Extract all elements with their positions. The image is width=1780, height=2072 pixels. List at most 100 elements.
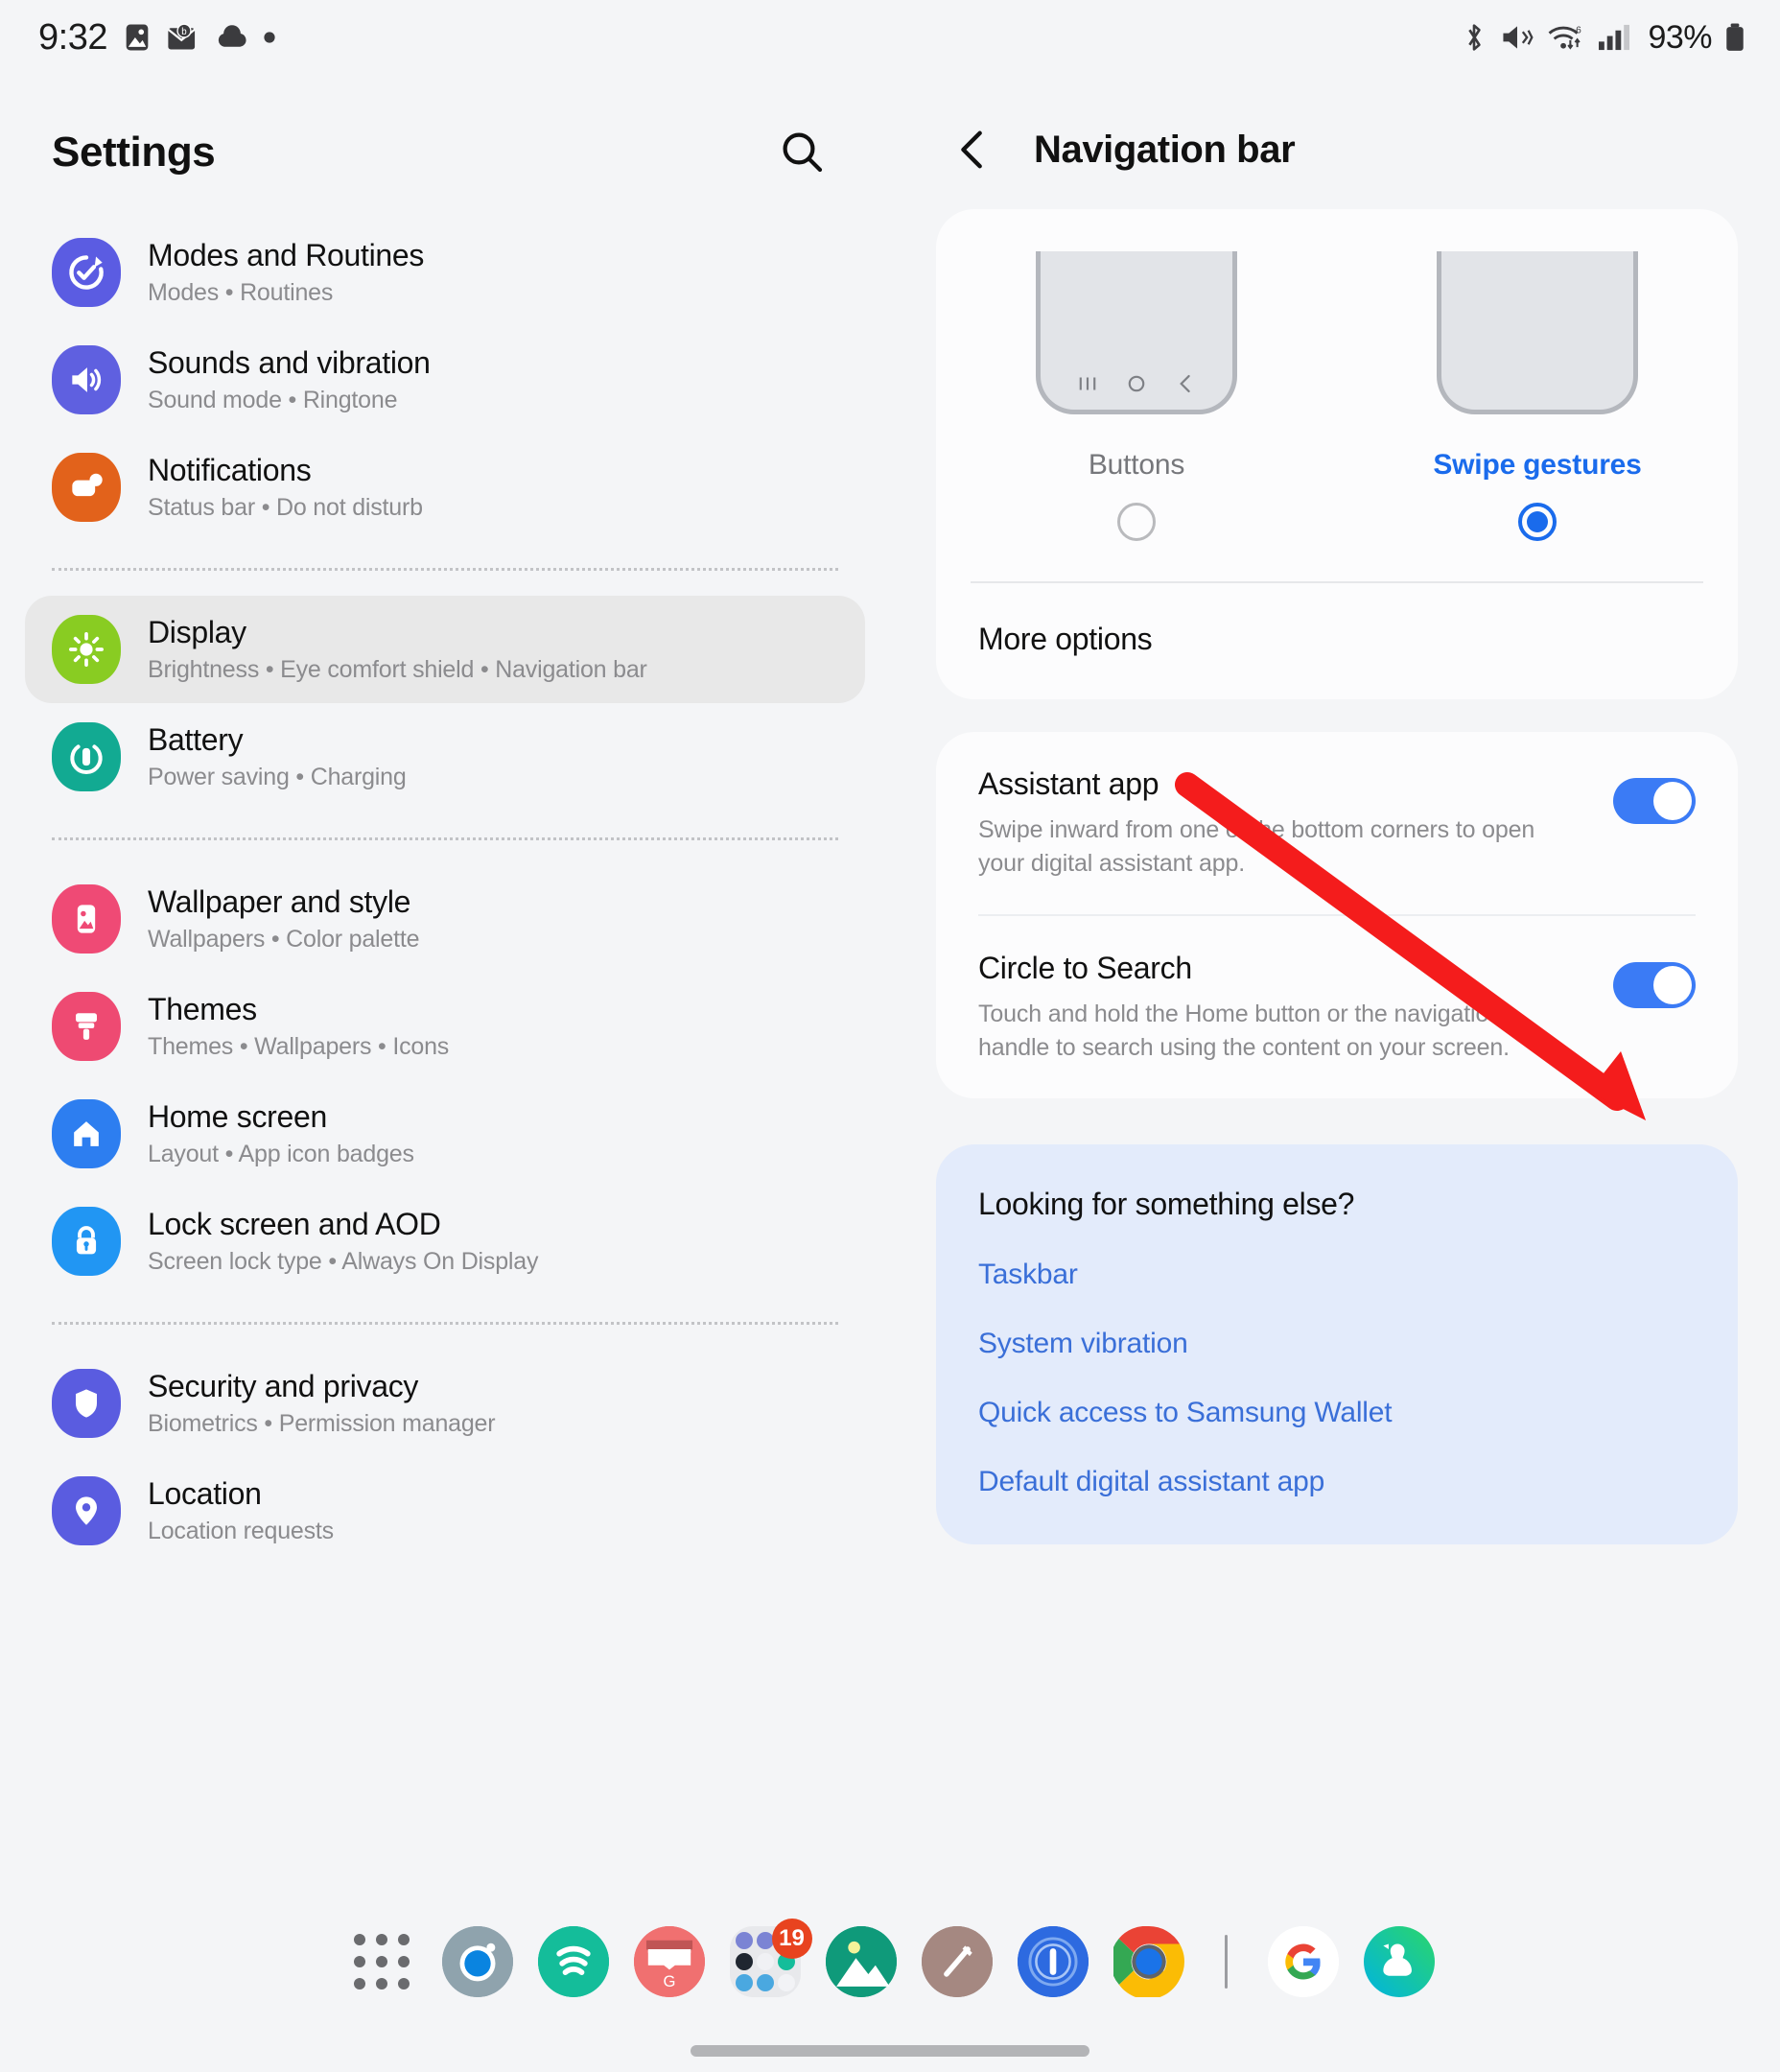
notes-pen-icon[interactable] (921, 1926, 993, 1997)
sidebar-item-title: Sounds and vibration (148, 345, 431, 380)
page-title: Settings (52, 129, 216, 176)
sidebar-item-title: Modes and Routines (148, 238, 425, 272)
list-separator (52, 568, 838, 571)
detail-header: Navigation bar (890, 75, 1780, 209)
link-system-vibration[interactable]: System vibration (936, 1328, 1738, 1360)
search-icon[interactable] (769, 119, 836, 186)
cloud-icon (215, 23, 249, 52)
settings-item-list: Modes and Routines Modes • Routines Soun… (0, 219, 890, 1565)
sidebar-item-subtitle: Status bar • Do not disturb (148, 494, 423, 521)
recents-icon (1080, 377, 1096, 390)
sidebar-item-battery[interactable]: Battery Power saving • Charging (25, 703, 865, 811)
list-separator (52, 837, 838, 840)
navigation-bar-detail-pane: Navigation bar Buttons Swipe gestures Mo… (890, 75, 1780, 1878)
toggles-card: Assistant app Swipe inward from one of t… (936, 732, 1738, 1098)
sound-icon (52, 345, 121, 414)
signal-icon (1597, 22, 1631, 53)
sidebar-item-wallpaper-and-style[interactable]: Wallpaper and style Wallpapers • Color p… (25, 865, 865, 973)
link-taskbar[interactable]: Taskbar (936, 1259, 1738, 1291)
nav-option-radio-gestures[interactable] (1518, 503, 1557, 541)
sidebar-item-title: Home screen (148, 1099, 327, 1134)
link-quick-access-samsung-wallet[interactable]: Quick access to Samsung Wallet (936, 1397, 1738, 1429)
sidebar-item-subtitle: Wallpapers • Color palette (148, 926, 420, 953)
sidebar-item-subtitle: Modes • Routines (148, 279, 334, 306)
nav-option-label: Swipe gestures (1433, 449, 1642, 481)
duolingo-icon[interactable] (1363, 1926, 1435, 1997)
folder-badge-count: 19 (771, 1919, 812, 1959)
home-screen-icon (52, 1099, 121, 1168)
svg-text:6: 6 (1577, 26, 1582, 36)
sidebar-item-title: Wallpaper and style (148, 884, 411, 919)
sidebar-item-subtitle: Themes • Wallpapers • Icons (148, 1033, 450, 1060)
sidebar-item-subtitle: Screen lock type • Always On Display (148, 1248, 539, 1275)
assistant-app-toggle[interactable] (1613, 778, 1696, 824)
circle-to-search-title: Circle to Search (978, 951, 1192, 985)
settings-sidebar: Settings Modes and Routines Modes • Rout… (0, 75, 890, 1878)
status-bar-right: 6 93% (1460, 19, 1747, 57)
sidebar-item-subtitle: Brightness • Eye comfort shield • Naviga… (148, 656, 647, 683)
location-pin-icon (52, 1476, 121, 1545)
google-icon[interactable] (1267, 1926, 1339, 1997)
sidebar-item-title: Location (148, 1476, 262, 1511)
sidebar-item-lock-screen-and-aod[interactable]: Lock screen and AOD Screen lock type • A… (25, 1188, 865, 1295)
battery-icon (52, 722, 121, 791)
status-clock: 9:32 (38, 16, 107, 58)
status-bar-left: 9:32 b (38, 17, 276, 59)
svg-text:b: b (181, 27, 186, 37)
circle-to-search-description: Touch and hold the Home button or the na… (978, 1001, 1510, 1061)
nav-option-swipe-gestures[interactable]: Swipe gestures (1337, 251, 1738, 541)
app-folder-icon[interactable]: 19 (729, 1919, 812, 1997)
nav-option-buttons[interactable]: Buttons (936, 251, 1337, 541)
home-gesture-bar[interactable] (691, 2045, 1089, 2057)
sidebar-item-subtitle: Biometrics • Permission manager (148, 1410, 496, 1437)
list-separator (52, 1322, 838, 1325)
more-options-row[interactable]: More options (936, 583, 1738, 699)
sidebar-item-themes[interactable]: Themes Themes • Wallpapers • Icons (25, 973, 865, 1080)
nav-type-card: Buttons Swipe gestures More options (936, 209, 1738, 699)
split-view: Settings Modes and Routines Modes • Rout… (0, 75, 1780, 1878)
gmail-icon[interactable]: G (633, 1926, 705, 1997)
themes-icon (52, 992, 121, 1061)
sidebar-item-subtitle: Sound mode • Ringtone (148, 387, 398, 413)
samsung-settings-screen: 9:32 b 6 93% Settings Modes and Routines… (0, 0, 1780, 2072)
home-circle-icon (1128, 375, 1145, 392)
assistant-app-row[interactable]: Assistant app Swipe inward from one of t… (936, 732, 1738, 914)
camera-icon[interactable] (441, 1926, 513, 1997)
dot-icon (263, 31, 276, 44)
assistant-app-title: Assistant app (978, 766, 1159, 801)
link-default-digital-assistant-app[interactable]: Default digital assistant app (936, 1466, 1738, 1498)
bluetooth-icon (1460, 21, 1488, 54)
modes-routines-icon (52, 238, 121, 307)
back-icon (1179, 374, 1190, 393)
back-chevron-icon[interactable] (948, 125, 997, 175)
sidebar-item-title: Lock screen and AOD (148, 1207, 441, 1241)
chrome-icon[interactable] (1112, 1926, 1184, 1997)
gallery-icon[interactable] (825, 1926, 897, 1997)
looking-for-something-else-card: Looking for something else? Taskbar Syst… (936, 1144, 1738, 1544)
nav-option-label: Buttons (1088, 449, 1185, 481)
sidebar-item-title: Display (148, 615, 246, 649)
notifications-icon (52, 453, 121, 522)
circle-to-search-row[interactable]: Circle to Search Touch and hold the Home… (936, 916, 1738, 1098)
battery-percent-label: 93% (1648, 18, 1712, 56)
spotify-icon[interactable] (537, 1926, 609, 1997)
sidebar-item-display[interactable]: Display Brightness • Eye comfort shield … (25, 596, 865, 703)
sidebar-header: Settings (0, 75, 890, 219)
sidebar-item-home-screen[interactable]: Home screen Layout • App icon badges (25, 1080, 865, 1188)
sidebar-item-location[interactable]: Location Location requests (25, 1457, 865, 1565)
svg-text:G: G (663, 1972, 675, 1990)
apps-grid-icon[interactable] (346, 1926, 417, 1997)
sidebar-item-notifications[interactable]: Notifications Status bar • Do not distur… (25, 434, 865, 541)
taskbar-dock: G 19 (0, 1909, 1780, 2014)
display-icon (52, 615, 121, 684)
wallpaper-icon (52, 884, 121, 954)
sidebar-item-modes-and-routines[interactable]: Modes and Routines Modes • Routines (25, 219, 865, 326)
sidebar-item-sounds-and-vibration[interactable]: Sounds and vibration Sound mode • Ringto… (25, 326, 865, 434)
mute-vibrate-icon (1499, 22, 1535, 53)
onepassword-icon[interactable] (1017, 1926, 1089, 1997)
lock-icon (52, 1207, 121, 1276)
status-bar: 9:32 b 6 93% (0, 0, 1780, 75)
sidebar-item-security-and-privacy[interactable]: Security and privacy Biometrics • Permis… (25, 1350, 865, 1457)
nav-option-radio-buttons[interactable] (1117, 503, 1156, 541)
circle-to-search-toggle[interactable] (1613, 962, 1696, 1008)
